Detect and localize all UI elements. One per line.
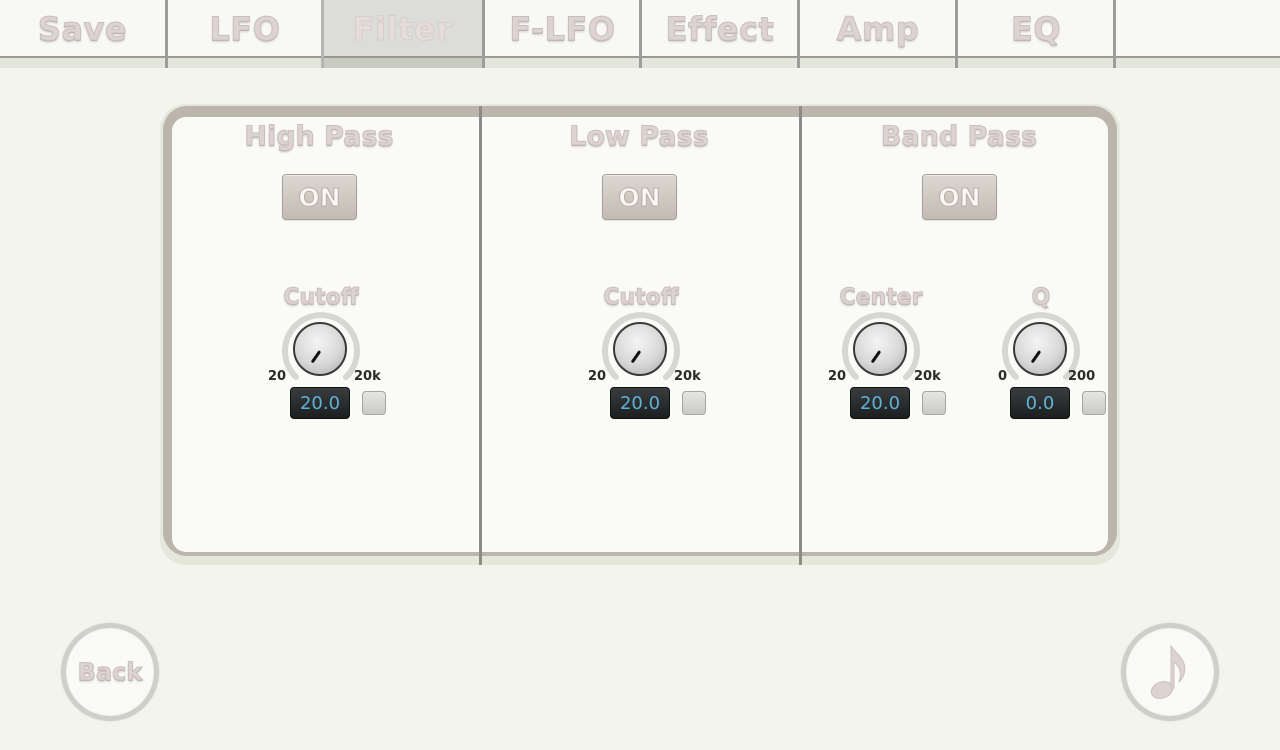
band-pass-section: Band Pass ON Center 20 20k 20.0 Q 0 200 … (812, 117, 1118, 552)
tab-amp[interactable]: Amp (800, 0, 956, 57)
cutoff-knob[interactable] (293, 322, 347, 376)
tab-underline-active (322, 57, 483, 68)
tab-label: Effect (665, 9, 775, 48)
cutoff-value-field[interactable]: 20.0 (610, 387, 670, 419)
section-divider (799, 106, 802, 565)
band-pass-title: Band Pass (880, 121, 1038, 153)
music-note-icon (1150, 644, 1186, 699)
tab-separator (482, 0, 485, 68)
high-pass-on-button[interactable]: ON (282, 174, 357, 220)
music-button[interactable] (1121, 623, 1219, 721)
range-min-label: 0 (998, 369, 1008, 384)
band-pass-q-control: Q 0 200 0.0 (976, 285, 1106, 425)
tab-label: Amp (836, 9, 920, 48)
knob-pointer (630, 350, 642, 364)
center-link-toggle[interactable] (922, 391, 946, 415)
cutoff-value-field[interactable]: 20.0 (290, 387, 350, 419)
tab-lfo[interactable]: LFO (168, 0, 322, 57)
knob-label: Cutoff (283, 285, 359, 311)
back-label: Back (77, 658, 143, 687)
range-min-label: 20 (268, 369, 287, 384)
cutoff-link-toggle[interactable] (682, 391, 706, 415)
range-max-label: 20k (914, 369, 941, 384)
high-pass-title: High Pass (244, 121, 394, 153)
knob-pointer (310, 350, 322, 364)
tab-separator (955, 0, 958, 68)
center-value-field[interactable]: 20.0 (850, 387, 910, 419)
tab-separator (797, 0, 800, 68)
range-min-label: 20 (588, 369, 607, 384)
tab-f-lfo[interactable]: F-LFO (485, 0, 640, 57)
low-pass-section: Low Pass ON Cutoff 20 20k 20.0 (492, 117, 798, 552)
low-pass-cutoff-control: Cutoff 20 20k 20.0 (576, 285, 706, 425)
tab-label: Save (37, 9, 128, 48)
tab-label: EQ (1010, 9, 1062, 48)
tab-eq[interactable]: EQ (958, 0, 1114, 57)
range-max-label: 20k (354, 369, 381, 384)
tab-separator (639, 0, 642, 68)
q-value-field[interactable]: 0.0 (1010, 387, 1070, 419)
band-pass-on-button[interactable]: ON (922, 174, 997, 220)
range-min-label: 20 (828, 369, 847, 384)
cutoff-link-toggle[interactable] (362, 391, 386, 415)
high-pass-section: High Pass ON Cutoff 20 20k 20.0 (172, 117, 478, 552)
tab-label: F-LFO (509, 9, 616, 48)
tab-effect[interactable]: Effect (642, 0, 798, 57)
range-max-label: 200 (1068, 369, 1096, 384)
high-pass-cutoff-control: Cutoff 20 20k 20.0 (256, 285, 386, 425)
tab-underline (0, 57, 322, 68)
tab-label: Filter (352, 9, 453, 48)
q-knob[interactable] (1013, 322, 1067, 376)
knob-label: Q (1031, 285, 1051, 311)
tab-underline (483, 57, 1280, 68)
knob-label: Center (839, 285, 923, 311)
tab-separator (1113, 0, 1116, 68)
knob-label: Cutoff (603, 285, 679, 311)
center-knob[interactable] (853, 322, 907, 376)
band-pass-center-control: Center 20 20k 20.0 (816, 285, 946, 425)
tab-empty (1116, 0, 1280, 57)
knob-pointer (870, 350, 882, 364)
tab-separator (321, 0, 324, 68)
section-divider (479, 106, 482, 565)
tab-save[interactable]: Save (0, 0, 165, 57)
back-button[interactable]: Back (61, 623, 159, 721)
tab-filter[interactable]: Filter (322, 0, 483, 57)
tab-label: LFO (209, 9, 281, 48)
knob-pointer (1030, 350, 1042, 364)
tab-separator (165, 0, 168, 68)
q-link-toggle[interactable] (1082, 391, 1106, 415)
low-pass-title: Low Pass (569, 121, 710, 153)
cutoff-knob[interactable] (613, 322, 667, 376)
tab-bar: Save LFO Filter F-LFO Effect Amp EQ (0, 0, 1280, 68)
range-max-label: 20k (674, 369, 701, 384)
low-pass-on-button[interactable]: ON (602, 174, 677, 220)
